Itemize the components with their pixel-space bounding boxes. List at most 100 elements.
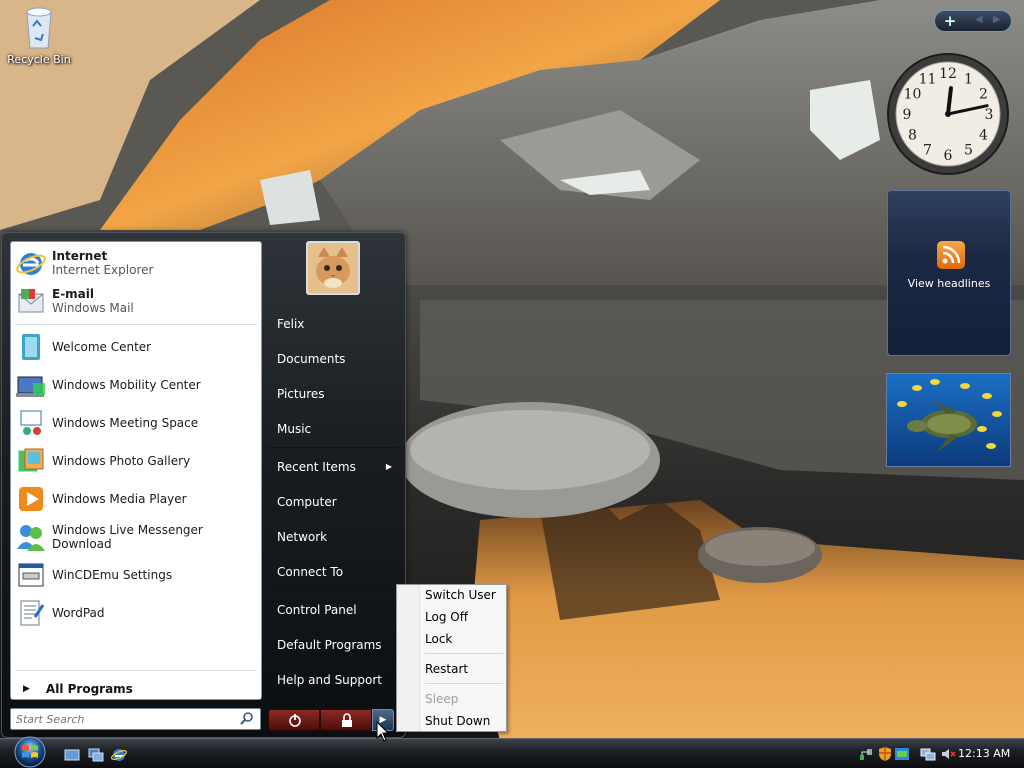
mouse-pointer-icon — [376, 721, 390, 742]
photo-gallery-icon — [15, 445, 47, 477]
recycle-bin-label: Recycle Bin — [7, 53, 71, 66]
welcome-center-icon — [15, 331, 47, 363]
menu-item-shut-down[interactable]: Shut Down — [425, 711, 505, 731]
program-label: Windows Live Messenger Download — [52, 523, 203, 551]
program-meeting-space[interactable]: Windows Meeting Space — [15, 405, 259, 441]
start-button[interactable] — [10, 734, 50, 768]
wincdemu-icon — [15, 559, 47, 591]
clock-number: 4 — [979, 128, 988, 144]
pinned-internet[interactable]: Internet Internet Explorer — [15, 245, 259, 281]
right-item-connect-to[interactable]: Connect To — [270, 557, 398, 587]
menu-separator — [425, 683, 503, 684]
power-icon — [289, 714, 301, 727]
sidebar-gadget-toolbar: + ◀ ▶ — [934, 10, 1012, 32]
network-icon[interactable] — [858, 746, 874, 762]
all-programs-button[interactable]: ▶ All Programs — [19, 678, 257, 700]
right-item-user[interactable]: Felix — [270, 309, 398, 339]
right-item-network[interactable]: Network — [270, 522, 398, 552]
menu-item-lock[interactable]: Lock — [425, 629, 505, 649]
right-separator — [270, 590, 398, 591]
submenu-arrow-icon: ▶ — [385, 462, 392, 471]
clock-number: 6 — [944, 148, 953, 164]
program-label: Welcome Center — [52, 340, 152, 354]
right-item-music[interactable]: Music — [270, 414, 398, 444]
menu-gutter — [397, 585, 420, 731]
clock-number: 1 — [964, 71, 973, 87]
pinned-subtitle: Internet Explorer — [52, 263, 154, 277]
right-item-default-programs[interactable]: Default Programs — [270, 630, 398, 660]
network-connection-icon[interactable] — [920, 746, 936, 762]
recycle-bin-icon — [26, 7, 52, 49]
programs-pane: Internet Internet Explorer E-mail Window… — [10, 241, 262, 700]
windows-mail-icon — [15, 285, 47, 317]
next-page-icon[interactable]: ▶ — [993, 14, 1001, 25]
taskbar-clock[interactable]: 12:13 AM — [958, 747, 1010, 760]
all-programs-separator — [15, 670, 257, 671]
switch-windows-icon[interactable] — [88, 747, 104, 763]
program-welcome-center[interactable]: Welcome Center — [15, 329, 259, 365]
slideshow-gadget[interactable] — [886, 373, 1011, 467]
meeting-space-icon — [15, 407, 47, 439]
menu-item-log-off[interactable]: Log Off — [425, 607, 505, 627]
pinned-title: Internet — [52, 249, 108, 263]
right-item-computer[interactable]: Computer — [270, 487, 398, 517]
clock-number: 8 — [908, 128, 917, 144]
messenger-icon — [15, 521, 47, 553]
feed-headlines-gadget[interactable]: View headlines — [887, 190, 1011, 356]
program-messenger-download[interactable]: Windows Live Messenger Download — [15, 519, 259, 555]
clock-number: 7 — [923, 143, 932, 159]
program-photo-gallery[interactable]: Windows Photo Gallery — [15, 443, 259, 479]
program-mobility-center[interactable]: Windows Mobility Center — [15, 367, 259, 403]
program-wordpad[interactable]: WordPad — [15, 595, 259, 631]
pinned-separator — [15, 324, 257, 325]
clock-number: 9 — [903, 107, 912, 123]
program-label: Windows Media Player — [52, 492, 187, 506]
all-programs-label: All Programs — [45, 682, 133, 696]
expand-arrow-icon: ▶ — [23, 684, 30, 694]
clock-number: 2 — [979, 87, 988, 103]
add-gadget-button[interactable]: + — [941, 12, 959, 30]
security-shield-icon[interactable] — [877, 746, 893, 762]
right-item-control-panel[interactable]: Control Panel — [270, 595, 398, 625]
search-icon[interactable] — [239, 711, 255, 727]
volume-muted-icon[interactable] — [940, 746, 956, 762]
menu-separator — [425, 653, 503, 654]
previous-page-icon[interactable]: ◀ — [975, 14, 983, 25]
lock-icon — [342, 713, 352, 727]
wordpad-icon — [15, 597, 47, 629]
windows-defender-icon[interactable] — [894, 746, 910, 762]
power-button[interactable] — [268, 709, 320, 731]
right-item-pictures[interactable]: Pictures — [270, 379, 398, 409]
show-desktop-icon[interactable] — [64, 747, 80, 763]
start-search-box[interactable] — [10, 708, 261, 730]
pinned-subtitle: Windows Mail — [52, 301, 134, 315]
pinned-email[interactable]: E-mail Windows Mail — [15, 283, 259, 319]
right-item-help-support[interactable]: Help and Support — [270, 665, 398, 695]
right-item-recent-items[interactable]: Recent Items ▶ — [270, 452, 398, 482]
menu-item-restart[interactable]: Restart — [425, 659, 505, 679]
program-label: WordPad — [52, 606, 105, 620]
right-separator — [270, 447, 398, 448]
user-picture[interactable] — [306, 241, 360, 295]
media-player-icon — [15, 483, 47, 515]
recent-items-label: Recent Items — [277, 460, 356, 474]
view-headlines-label: View headlines — [907, 277, 991, 290]
program-label: Windows Meeting Space — [52, 416, 199, 430]
rss-feed-icon — [937, 241, 965, 269]
clock-gadget[interactable]: 12 12 3 45678 9 1011 — [886, 52, 1010, 176]
kitten-user-picture — [308, 243, 358, 293]
clock-number: 10 — [904, 87, 922, 103]
clock-number: 12 — [939, 66, 957, 82]
right-item-documents[interactable]: Documents — [270, 344, 398, 374]
taskbar: 12:13 AM — [0, 738, 1024, 768]
program-wincdemu-settings[interactable]: WinCDEmu Settings — [15, 557, 259, 593]
internet-explorer-icon[interactable] — [111, 747, 127, 763]
lock-button[interactable] — [320, 709, 372, 731]
start-menu: Internet Internet Explorer E-mail Window… — [1, 232, 406, 738]
clock-number: 3 — [985, 107, 994, 123]
program-media-player[interactable]: Windows Media Player — [15, 481, 259, 517]
program-label: Windows Photo Gallery — [52, 454, 191, 468]
recycle-bin-shortcut[interactable]: Recycle Bin — [6, 4, 72, 66]
menu-item-switch-user[interactable]: Switch User — [425, 585, 505, 605]
start-search-input[interactable] — [11, 709, 231, 729]
